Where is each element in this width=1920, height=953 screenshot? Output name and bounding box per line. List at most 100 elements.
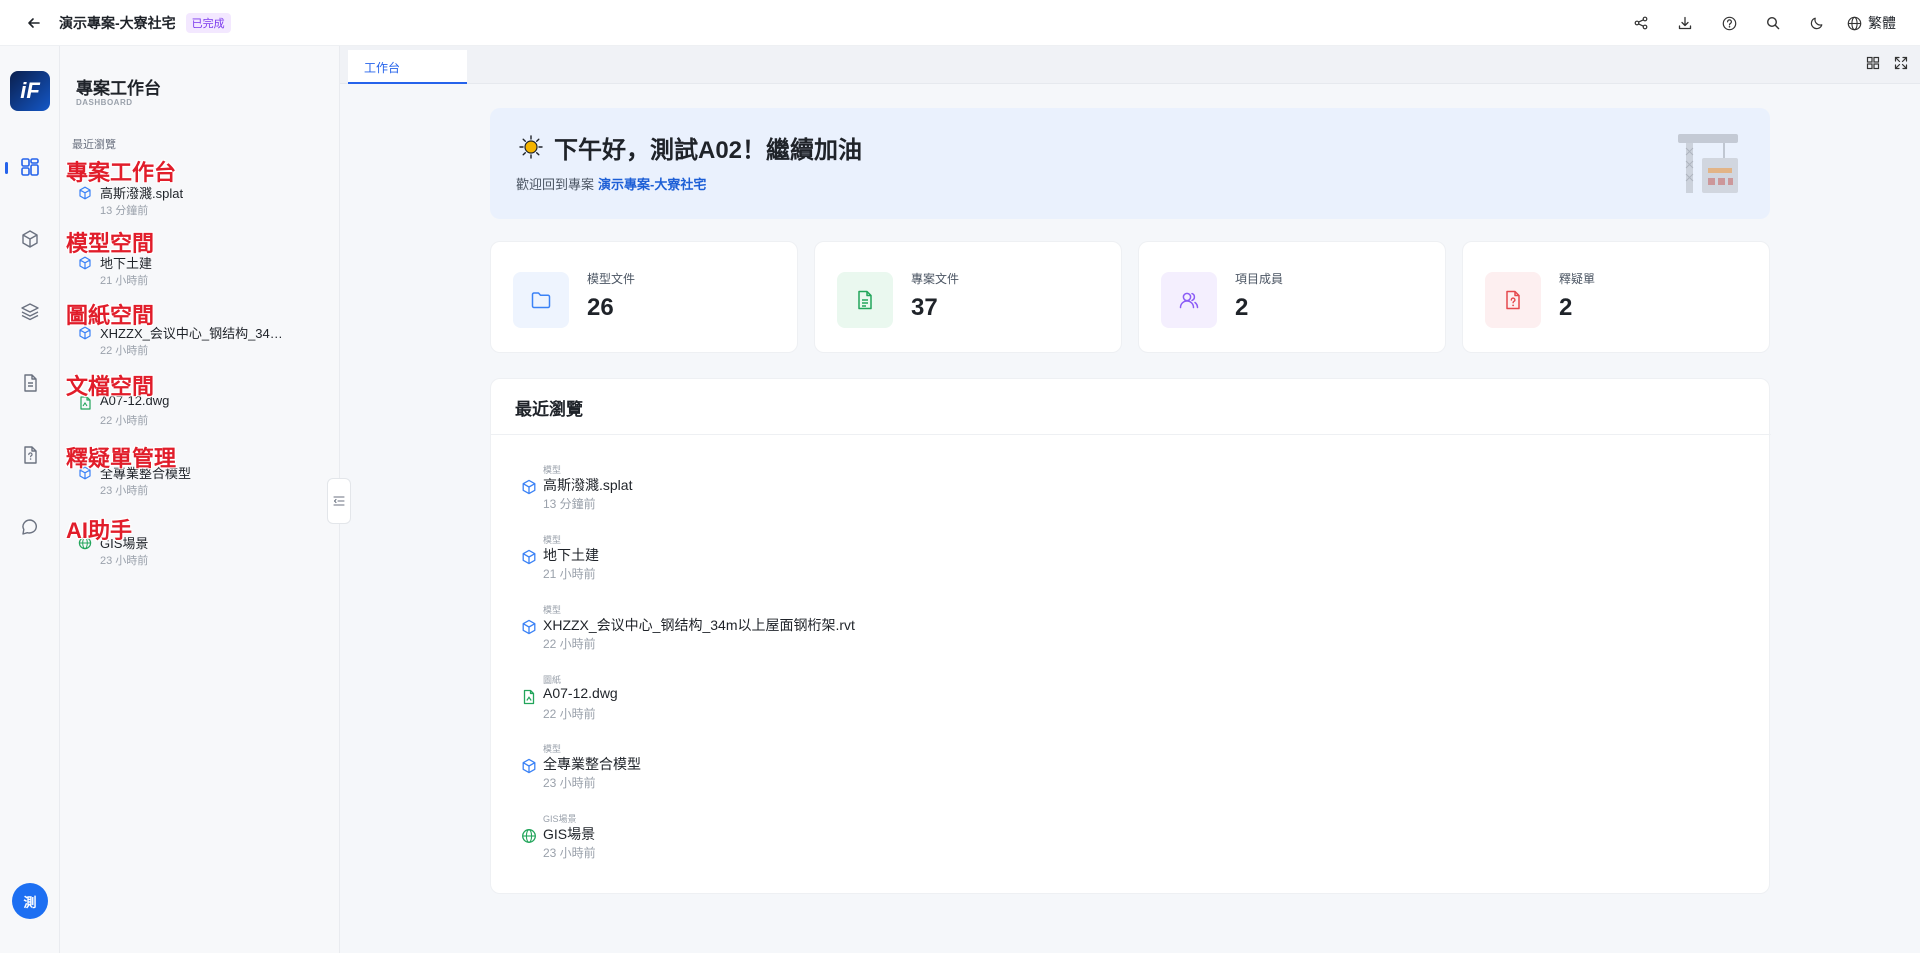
recent-item-name: A07-12.dwg [543, 685, 618, 701]
arrow-left-icon [28, 17, 40, 28]
panel-title: 專案工作台 [76, 79, 161, 98]
greeting-text: 下午好，測試A02！繼續加油 [554, 137, 863, 164]
nav-label-document-space: 文檔空間 [66, 374, 155, 399]
share-icon [1634, 16, 1648, 30]
panel-subtitle: DASHBOARD [76, 98, 133, 107]
globe-icon [1847, 16, 1862, 30]
recent-item-name: 全專業整合模型 [543, 756, 641, 772]
recent-list-item[interactable]: 模型 全專業整合模型 23 小時前 [521, 742, 1421, 800]
sidebar-recent-item[interactable]: 高斯潑濺.splat 13 分鐘前 [78, 181, 328, 221]
stat-card-members[interactable]: 項目成員 2 [1138, 241, 1446, 353]
top-bar: 演示專案-大寮社宅 已完成 繁體 [0, 0, 1920, 46]
status-badge: 已完成 [185, 12, 231, 33]
app-logo: iF [10, 71, 50, 111]
welcome-subtitle: 歡迎回到專案 演示專案-大寮社宅 [516, 174, 706, 193]
recent-list-item[interactable]: 圖紙 A07-12.dwg 22 小時前 [521, 673, 1421, 731]
fullscreen-button[interactable] [1892, 54, 1910, 72]
stat-label: 模型文件 [587, 272, 636, 286]
stat-icon-box [1485, 272, 1541, 328]
stat-value: 26 [587, 294, 614, 321]
recent-item-time: 22 小時前 [100, 345, 149, 357]
fullscreen-icon [1894, 56, 1908, 70]
stat-label: 專案文件 [911, 272, 960, 286]
language-switch[interactable]: 繁體 [1847, 13, 1896, 33]
active-indicator [5, 162, 8, 174]
recent-item-name: 地下土建 [543, 547, 599, 563]
recent-item-time: 21 小時前 [100, 275, 149, 287]
crane-illustration-icon [1678, 134, 1738, 193]
user-avatar[interactable]: 測 [12, 883, 48, 919]
stat-icon-box [837, 272, 893, 328]
recent-list-item[interactable]: GIS場景 GIS場景 23 小時前 [521, 812, 1421, 870]
search-button[interactable] [1751, 0, 1795, 46]
question-doc-icon [24, 446, 37, 464]
share-button[interactable] [1619, 0, 1663, 46]
recent-item-name: XHZZX_会议中心_钢结构_34m以上屋面钢桁架.rvt [543, 617, 855, 633]
nav-drawing-space-button[interactable] [12, 293, 48, 329]
collapse-sidebar-button[interactable] [327, 478, 351, 524]
nav-model-space-button[interactable] [12, 221, 48, 257]
recent-item-time: 13 分鐘前 [100, 205, 149, 217]
split-view-button[interactable] [1864, 54, 1882, 72]
stat-value: 2 [1559, 294, 1573, 321]
welcome-banner: 下午好，測試A02！繼續加油 歡迎回到專案 演示專案-大寮社宅 [490, 108, 1770, 219]
nav-dashboard-button[interactable] [12, 149, 48, 185]
document-icon [24, 374, 37, 392]
project-link[interactable]: 演示專案-大寮社宅 [598, 177, 706, 192]
nav-label-ai-assistant: AI助手 [66, 518, 133, 543]
dashboard-icon [21, 158, 39, 176]
stat-card-project-files[interactable]: 專案文件 37 [814, 241, 1122, 353]
recent-list-item[interactable]: 模型 XHZZX_会议中心_钢结构_34m以上屋面钢桁架.rvt 22 小時前 [521, 603, 1421, 661]
cube-icon [522, 549, 536, 565]
recent-item-time: 21 小時前 [543, 567, 596, 581]
recent-panel-title: 最近瀏覽 [515, 400, 583, 419]
nav-ai-assistant-button[interactable] [12, 509, 48, 545]
recent-item-time: 23 小時前 [100, 555, 149, 567]
sun-cloud-icon [519, 134, 543, 159]
back-button[interactable] [19, 8, 49, 38]
recent-item-time: 22 小時前 [100, 415, 149, 427]
cube-icon [22, 230, 38, 248]
recent-item-time: 23 小時前 [543, 776, 596, 790]
nav-label-drawing-space: 圖紙空間 [66, 303, 155, 328]
nav-label-model-space: 模型空間 [66, 231, 155, 256]
cube-icon [79, 256, 91, 270]
cube-icon [79, 186, 91, 200]
nav-clarification-button[interactable] [12, 437, 48, 473]
download-icon [1678, 16, 1692, 30]
document-icon [858, 290, 872, 310]
layers-icon [21, 303, 39, 321]
tab-strip: 工作台 [340, 46, 1920, 84]
recent-list-item[interactable]: 模型 高斯潑濺.splat 13 分鐘前 [521, 463, 1421, 521]
stat-card-clarifications[interactable]: 釋疑單 2 [1462, 241, 1770, 353]
recent-item-time: 22 小時前 [543, 637, 596, 651]
stat-card-model-files[interactable]: 模型文件 26 [490, 241, 798, 353]
dark-mode-button[interactable] [1795, 0, 1839, 46]
drawing-file-icon [523, 689, 535, 705]
cube-icon [522, 758, 536, 774]
project-title: 演示專案-大寮社宅 [59, 14, 176, 31]
help-button[interactable] [1707, 0, 1751, 46]
icon-rail: iF 測 [0, 46, 60, 953]
moon-icon [1810, 17, 1823, 30]
nav-document-space-button[interactable] [12, 365, 48, 401]
recent-list-item[interactable]: 模型 地下土建 21 小時前 [521, 533, 1421, 591]
download-button[interactable] [1663, 0, 1707, 46]
users-icon [1179, 292, 1199, 309]
recent-item-time: 23 小時前 [543, 846, 596, 860]
greeting: 下午好，測試A02！繼續加油 [516, 130, 862, 165]
nav-label-clarification: 釋疑單管理 [66, 446, 177, 471]
recent-section-label: 最近瀏覽 [72, 139, 116, 151]
tab-workbench[interactable]: 工作台 [348, 50, 467, 84]
nav-label-dashboard: 專案工作台 [66, 160, 177, 185]
stat-label: 釋疑單 [1559, 272, 1596, 286]
stat-icon-box [513, 272, 569, 328]
help-icon [1722, 16, 1736, 30]
stat-icon-box [1161, 272, 1217, 328]
recent-panel: 最近瀏覽 模型 高斯潑濺.splat 13 分鐘前 模型 地下土建 21 小時前… [490, 378, 1771, 894]
recent-item-time: 23 小時前 [100, 485, 149, 497]
recent-item-time: 22 小時前 [543, 707, 596, 721]
recent-item-time: 13 分鐘前 [543, 497, 596, 511]
question-doc-icon [1506, 290, 1520, 310]
search-icon [1766, 16, 1780, 30]
